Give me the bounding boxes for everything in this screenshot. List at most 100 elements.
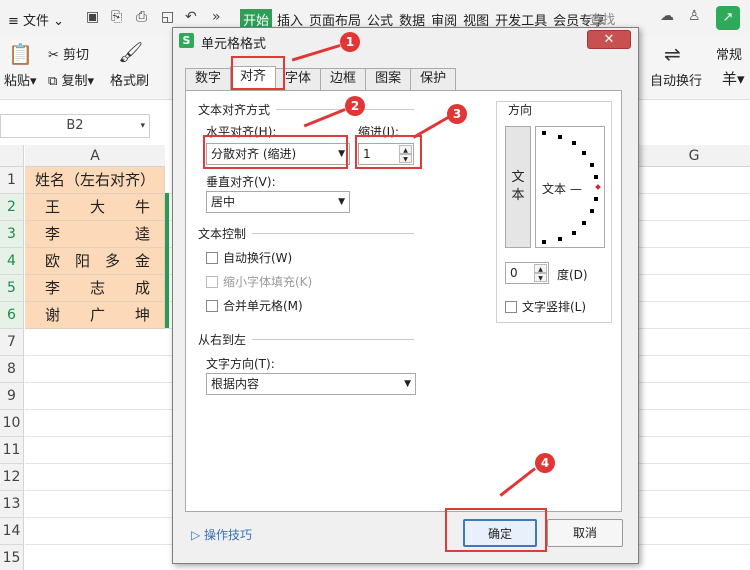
orientation-dial[interactable]: 文本 — <box>535 126 605 248</box>
currency-button[interactable]: 羊▾ <box>722 68 745 89</box>
cell-a2[interactable]: 王 大 牛 <box>25 194 165 221</box>
cancel-button[interactable]: 取消 <box>547 519 623 547</box>
dialog-title: 单元格格式 <box>201 37 267 52</box>
row-header[interactable]: 11 <box>0 437 24 464</box>
row-header[interactable]: 5 <box>0 275 24 302</box>
spinner-buttons[interactable]: ▲ ▼ <box>534 264 547 282</box>
copy-button[interactable]: ⧉ 复制▾ <box>48 70 94 89</box>
right-to-left-group: 从右到左 <box>198 333 247 347</box>
row-header[interactable]: 3 <box>0 221 24 248</box>
format-painter-button[interactable]: 格式刷 <box>110 70 149 89</box>
close-button[interactable]: ✕ <box>587 30 631 49</box>
row-header[interactable]: 12 <box>0 464 24 491</box>
merge-cells-checkbox[interactable]: 合并单元格(M) <box>206 297 303 314</box>
paste-icon[interactable]: 📋 <box>8 42 33 66</box>
wrap-text-checkbox[interactable]: 自动换行(W) <box>206 249 292 266</box>
row-header[interactable]: 8 <box>0 356 24 383</box>
print-icon[interactable]: ⎙ <box>136 9 147 25</box>
row-header[interactable]: 15 <box>0 545 24 570</box>
step-marker-4: 4 <box>535 453 555 473</box>
cloud-icon[interactable]: ☁ <box>660 8 674 24</box>
highlight-indent <box>355 135 422 169</box>
chevron-down-icon: ▼ <box>338 197 345 207</box>
wrap-text-icon: ⇌ <box>664 42 681 66</box>
row-header[interactable]: 4 <box>0 248 24 275</box>
row-header[interactable]: 6 <box>0 302 24 329</box>
up-icon[interactable]: ▲ <box>534 264 547 273</box>
divider <box>252 233 414 234</box>
brush-icon: 🖌 <box>118 40 144 64</box>
paste-button[interactable]: 粘贴▾ <box>4 70 37 89</box>
step-marker-2: 2 <box>345 96 365 116</box>
play-icon: ▷ <box>191 528 205 542</box>
checkbox-icon <box>206 300 218 312</box>
cell-a5[interactable]: 李 志 成 <box>25 275 165 302</box>
dial-dot <box>590 163 594 167</box>
dial-dot <box>594 197 598 201</box>
highlight-alignment-tab <box>231 56 285 90</box>
tab-pattern[interactable]: 图案 <box>365 68 412 90</box>
dial-handle-icon[interactable] <box>595 184 601 190</box>
search-box[interactable]: ⌕查找 <box>582 9 615 28</box>
tab-border[interactable]: 边框 <box>320 68 367 90</box>
row-header[interactable]: 1 <box>0 167 24 194</box>
divider <box>252 339 414 340</box>
cell-a1[interactable]: 姓名（左右对齐） <box>25 167 165 194</box>
row-header[interactable]: 7 <box>0 329 24 356</box>
close-icon: ✕ <box>603 32 615 47</box>
column-header-g[interactable]: G <box>638 145 750 167</box>
degree-stepper[interactable]: 0 ▲ ▼ <box>505 262 549 284</box>
dial-dot <box>542 131 546 135</box>
save-icon[interactable]: ▣ <box>86 9 99 25</box>
step-marker-3: 3 <box>447 104 467 124</box>
number-format-select[interactable]: 常规 <box>716 44 742 63</box>
select-all-corner[interactable] <box>0 145 24 167</box>
export-icon[interactable]: ⎘ <box>111 9 122 25</box>
vertical-align-label: 垂直对齐(V): <box>206 175 276 189</box>
row-header[interactable]: 13 <box>0 491 24 518</box>
dial-dot <box>582 151 586 155</box>
row-header[interactable]: 2 <box>0 194 24 221</box>
cell-a6[interactable]: 谢 广 坤 <box>25 302 165 329</box>
text-direction-label: 文字方向(T): <box>206 357 275 371</box>
shrink-to-fit-checkbox: 缩小字体填充(K) <box>206 273 312 290</box>
step-marker-1: 1 <box>340 32 360 52</box>
tab-protection[interactable]: 保护 <box>410 68 457 90</box>
file-menu[interactable]: ≡ 文件 ⌄ <box>8 10 64 29</box>
cell-a4[interactable]: 欧 阳 多 金 <box>25 248 165 275</box>
row-header[interactable]: 14 <box>0 518 24 545</box>
undo-icon[interactable]: ↶ <box>185 9 197 25</box>
row-header[interactable]: 10 <box>0 410 24 437</box>
checkbox-icon <box>206 252 218 264</box>
column-header-a[interactable]: A <box>25 145 165 167</box>
wrap-text-button[interactable]: 自动换行 <box>650 70 702 89</box>
share-icon[interactable]: ↗ <box>716 6 740 30</box>
highlight-horizontal-align <box>203 135 348 169</box>
vertical-text-button[interactable]: 文本 <box>505 126 531 248</box>
user-icon[interactable]: ♙ <box>688 8 701 24</box>
dial-text: 文本 — <box>542 182 582 196</box>
checkbox-icon <box>505 301 517 313</box>
text-alignment-group: 文本对齐方式 <box>198 103 271 117</box>
dial-dot <box>590 209 594 213</box>
text-control-group: 文本控制 <box>198 227 247 241</box>
cell-a3[interactable]: 李 逵 <box>25 221 165 248</box>
row-header[interactable]: 9 <box>0 383 24 410</box>
preview-icon[interactable]: ◱ <box>161 9 174 25</box>
tips-link[interactable]: ▷ 操作技巧 <box>191 526 252 543</box>
more-icon[interactable]: » <box>212 9 221 25</box>
vertical-text-checkbox[interactable]: 文字竖排(L) <box>505 298 586 315</box>
app-logo-icon: S <box>179 33 194 48</box>
degree-label: 度(D) <box>557 268 588 282</box>
selection-border <box>165 193 169 328</box>
vertical-align-select[interactable]: 居中 ▼ <box>206 191 350 213</box>
chevron-down-icon: ▾ <box>140 121 145 131</box>
dialog-title-bar[interactable]: S 单元格格式 ✕ <box>173 28 638 54</box>
dial-dot <box>558 135 562 139</box>
down-icon[interactable]: ▼ <box>534 273 547 282</box>
tab-number[interactable]: 数字 <box>185 68 232 90</box>
text-direction-select[interactable]: 根据内容 ▼ <box>206 373 416 395</box>
orientation-frame: 文本 文本 — 0 ▲ ▼ 度(D) 文字竖排(L) <box>496 101 612 323</box>
cut-button[interactable]: ✂ 剪切 <box>48 44 89 63</box>
name-box[interactable]: B2 ▾ <box>0 114 150 138</box>
